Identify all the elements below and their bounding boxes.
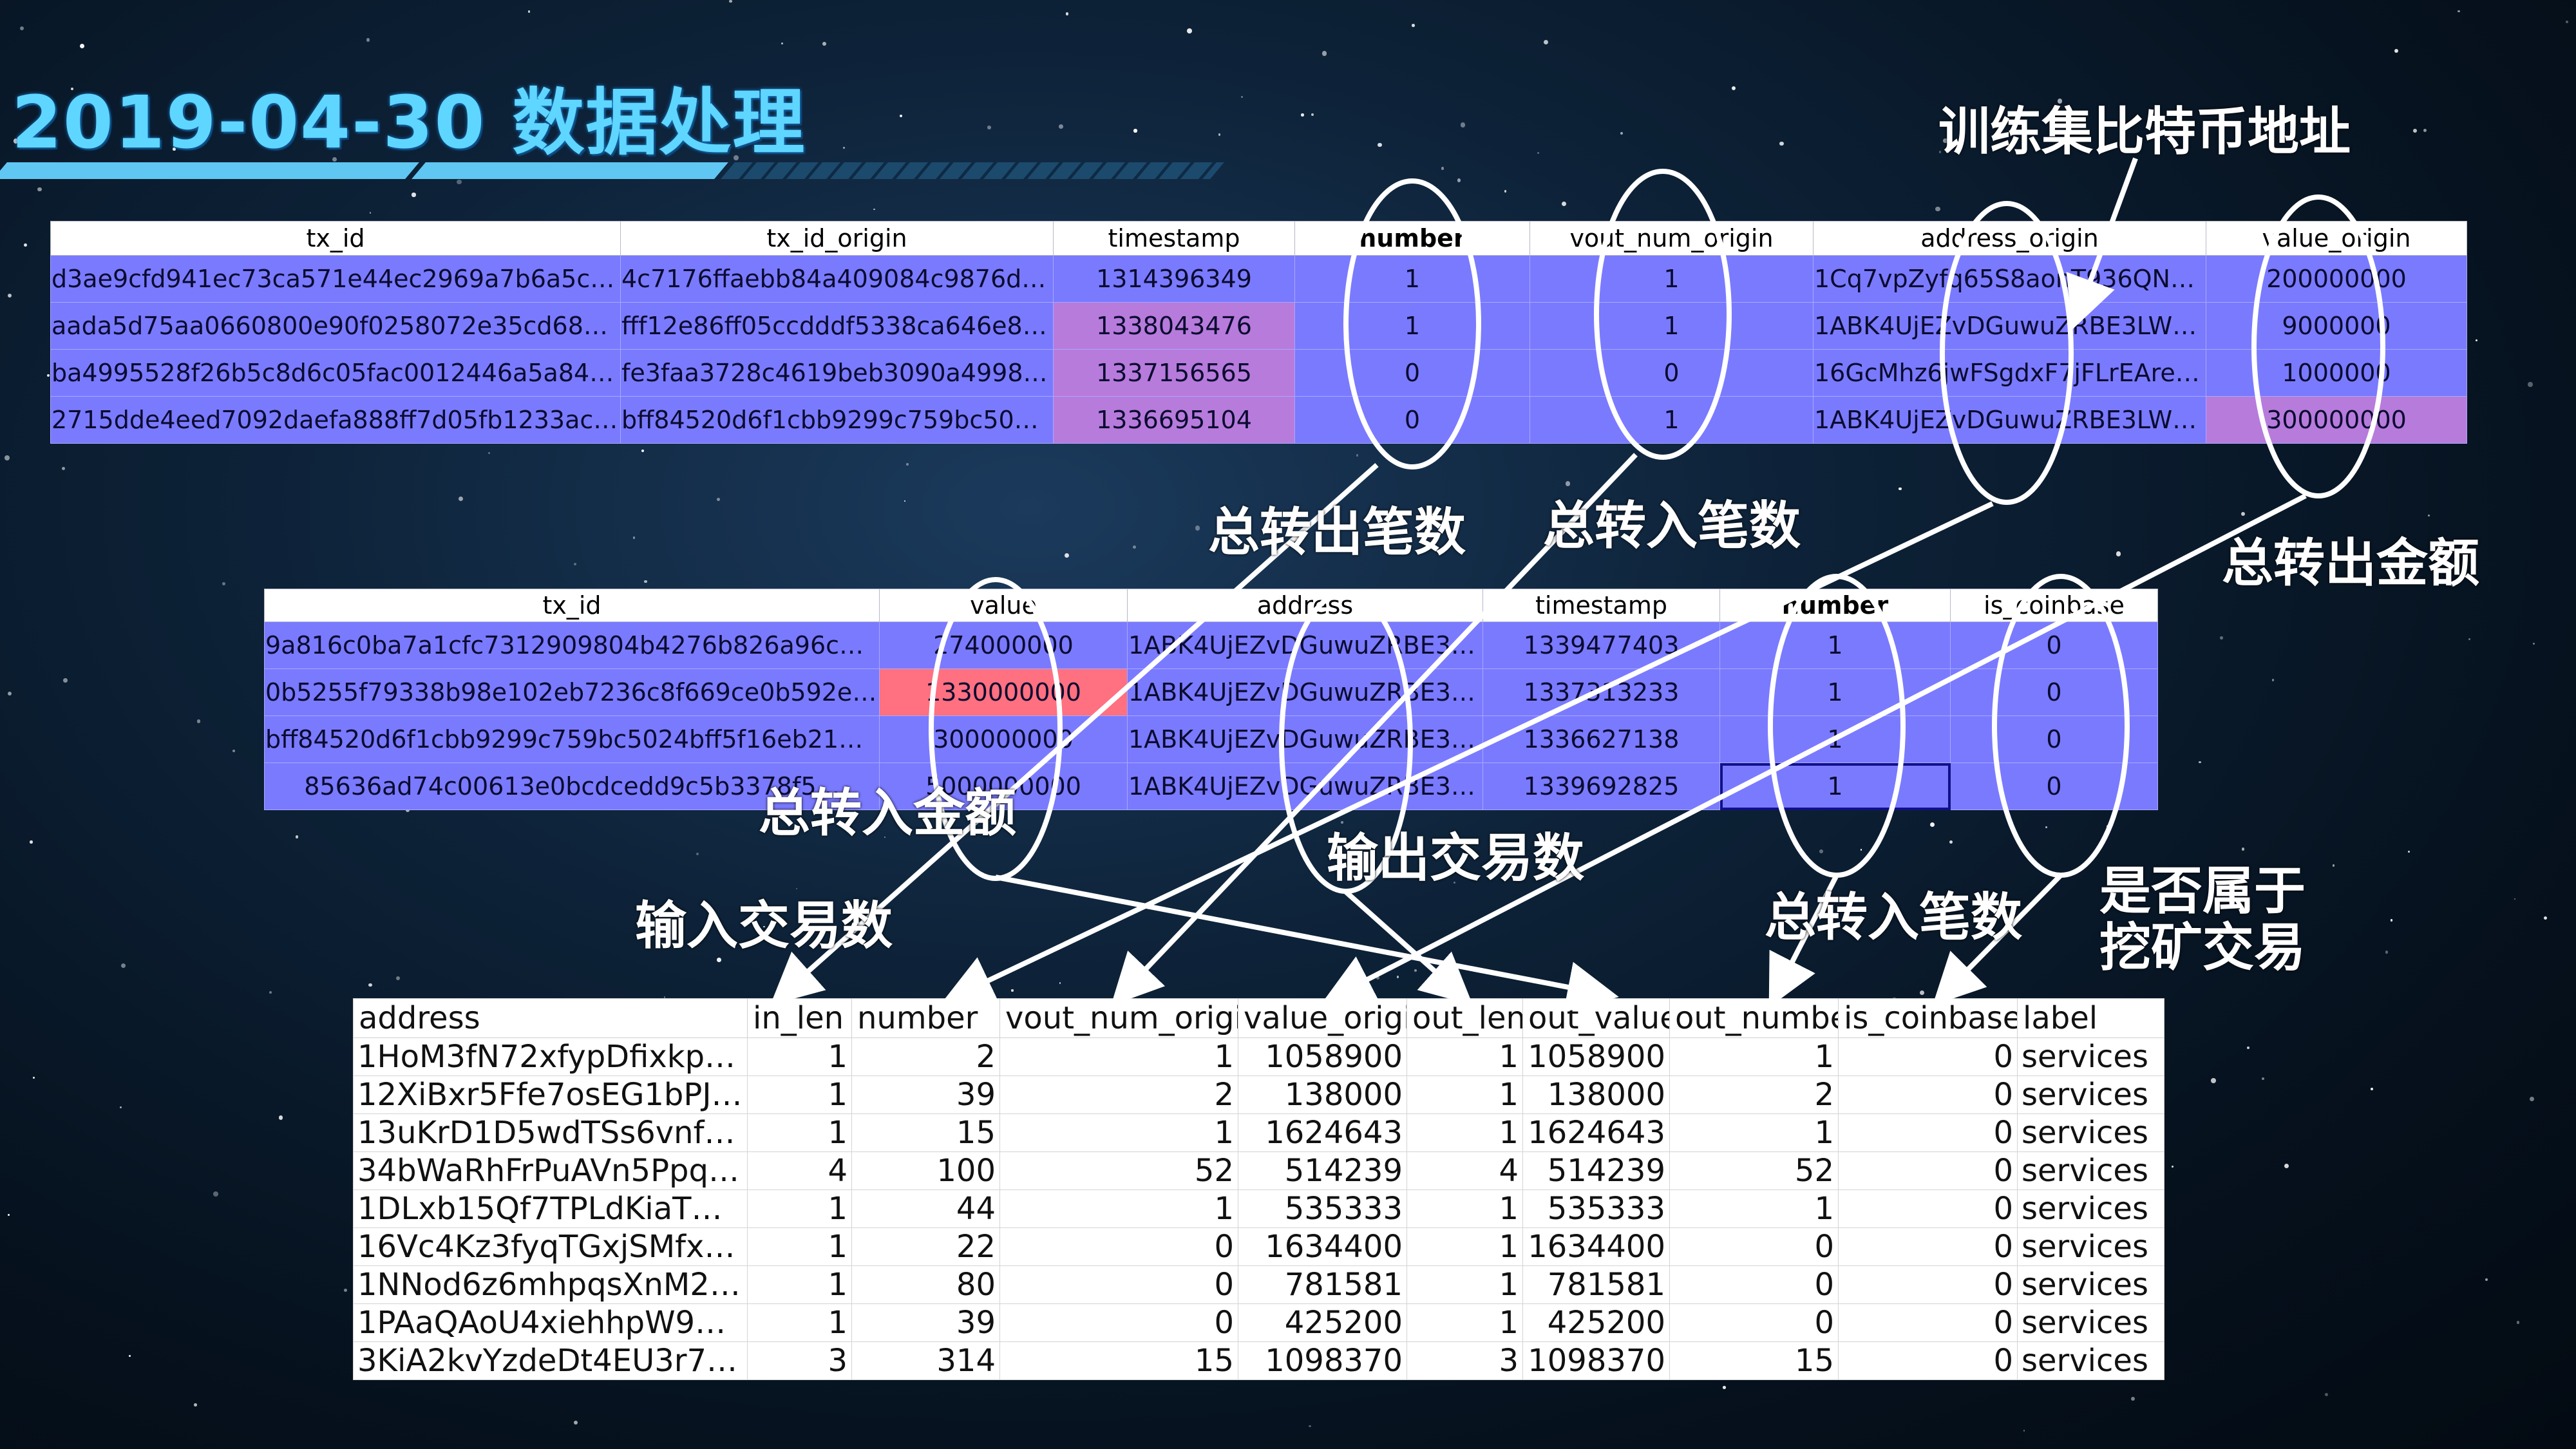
annotation-output-tx-count: 输出交易数: [1327, 828, 1584, 888]
annotation-total-out-amount: 总转出金额: [2222, 533, 2479, 593]
annotation-total-in-amount: 总转入金额: [759, 783, 1016, 843]
annotation-train-address: 训练集比特币地址: [1938, 102, 2351, 162]
annotation-is-mining: 是否属于 挖矿交易: [2099, 861, 2306, 978]
annotation-total-out-count: 总转出笔数: [1208, 502, 1466, 562]
highlight-circle: [1343, 178, 1481, 469]
annotation-overlay: [770, 157, 2385, 1013]
annotation-arrow: [2066, 157, 2138, 330]
highlight-circle: [2251, 194, 2385, 498]
highlight-circle: [1940, 201, 2074, 505]
highlight-circle: [1768, 574, 1906, 878]
annotation-input-tx-count: 输入交易数: [635, 896, 893, 956]
highlight-circle: [1594, 169, 1732, 460]
annotation-total-in-count: 总转入笔数: [1543, 496, 1801, 556]
annotation-total-in-count-2: 总转入笔数: [1765, 887, 2022, 947]
